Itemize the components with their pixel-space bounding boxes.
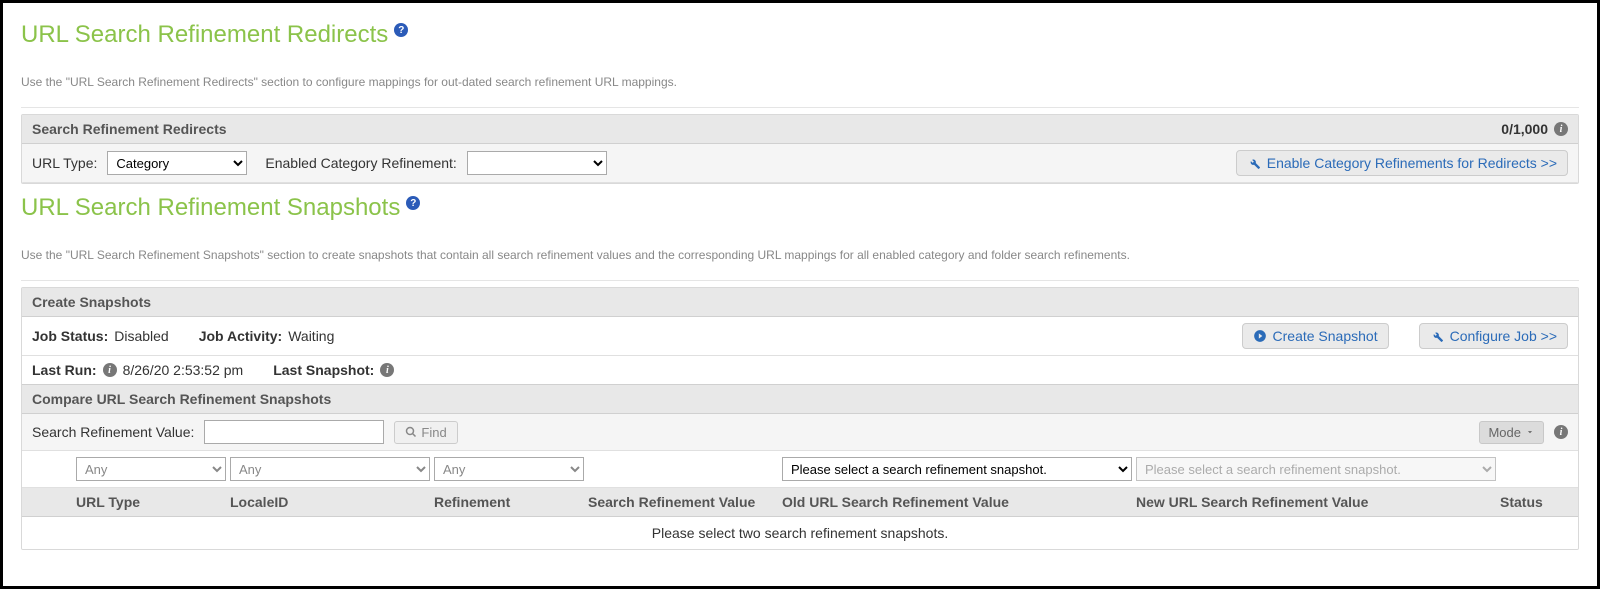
divider	[21, 280, 1579, 281]
divider	[21, 107, 1579, 108]
create-snapshot-button[interactable]: Create Snapshot	[1242, 323, 1389, 349]
redirects-description: Use the "URL Search Refinement Redirects…	[21, 75, 1579, 89]
redirects-title: URL Search Refinement Redirects ?	[21, 21, 1579, 49]
url-type-label: URL Type:	[32, 155, 97, 171]
info-icon[interactable]: i	[380, 363, 394, 377]
col-refinement: Refinement	[434, 494, 584, 510]
mode-button-label: Mode	[1488, 425, 1521, 440]
redirects-count: 0/1,000 i	[1501, 121, 1568, 137]
find-button[interactable]: Find	[394, 421, 457, 444]
search-value-row: Search Refinement Value: Find Mode i	[22, 414, 1578, 451]
help-icon[interactable]: ?	[394, 23, 408, 37]
create-snapshot-label: Create Snapshot	[1273, 328, 1378, 344]
col-status: Status	[1500, 494, 1579, 510]
filter-locale-id[interactable]: Any	[230, 457, 430, 481]
snapshots-title: URL Search Refinement Snapshots ?	[21, 194, 1579, 222]
info-icon[interactable]: i	[1554, 122, 1568, 136]
search-value-label: Search Refinement Value:	[32, 424, 194, 440]
chevron-down-icon	[1525, 427, 1535, 437]
last-run-label: Last Run:	[32, 362, 97, 378]
col-old-value: Old URL Search Refinement Value	[782, 494, 1132, 510]
redirects-count-text: 0/1,000	[1501, 121, 1548, 137]
compare-snapshots-title: Compare URL Search Refinement Snapshots	[32, 391, 331, 407]
redirects-controls-row: URL Type: Category Enabled Category Refi…	[22, 144, 1578, 183]
snapshots-description: Use the "URL Search Refinement Snapshots…	[21, 248, 1579, 262]
info-icon[interactable]: i	[1554, 425, 1568, 439]
snapshots-panel: Create Snapshots Job Status: Disabled Jo…	[21, 287, 1579, 550]
redirects-panel: Search Refinement Redirects 0/1,000 i UR…	[21, 114, 1579, 184]
create-snapshots-title: Create Snapshots	[32, 294, 151, 310]
snapshots-title-text: URL Search Refinement Snapshots	[21, 194, 400, 222]
enabled-refinement-label: Enabled Category Refinement:	[265, 155, 456, 171]
job-status-value: Disabled	[114, 328, 168, 344]
configure-job-label: Configure Job >>	[1450, 328, 1557, 344]
find-button-label: Find	[421, 425, 446, 440]
enable-button-label: Enable Category Refinements for Redirect…	[1267, 155, 1557, 171]
wrench-icon	[1430, 329, 1444, 343]
last-run-row: Last Run: i 8/26/20 2:53:52 pm Last Snap…	[22, 356, 1578, 384]
table-header-row: URL Type LocaleID Refinement Search Refi…	[22, 488, 1578, 517]
compare-snapshots-header: Compare URL Search Refinement Snapshots	[22, 384, 1578, 414]
job-activity-label: Job Activity:	[199, 328, 283, 344]
col-new-value: New URL Search Refinement Value	[1136, 494, 1496, 510]
job-activity-value: Waiting	[288, 328, 334, 344]
redirects-panel-header: Search Refinement Redirects 0/1,000 i	[22, 115, 1578, 144]
info-icon[interactable]: i	[103, 363, 117, 377]
col-url-type: URL Type	[76, 494, 226, 510]
col-locale-id: LocaleID	[230, 494, 430, 510]
last-snapshot-label: Last Snapshot:	[273, 362, 374, 378]
play-circle-icon	[1253, 329, 1267, 343]
filter-url-type[interactable]: Any	[76, 457, 226, 481]
filter-row: Any Any Any Please select a search refin…	[22, 451, 1578, 488]
enabled-refinement-select[interactable]	[467, 151, 607, 175]
wrench-icon	[1247, 156, 1261, 170]
url-type-select[interactable]: Category	[107, 151, 247, 175]
enable-category-refinements-button[interactable]: Enable Category Refinements for Redirect…	[1236, 150, 1568, 176]
job-status-row: Job Status: Disabled Job Activity: Waiti…	[22, 317, 1578, 356]
search-value-input[interactable]	[204, 420, 384, 444]
filter-refinement[interactable]: Any	[434, 457, 584, 481]
search-icon	[405, 426, 417, 438]
job-status-label: Job Status:	[32, 328, 108, 344]
old-snapshot-select[interactable]: Please select a search refinement snapsh…	[782, 457, 1132, 481]
new-snapshot-select[interactable]: Please select a search refinement snapsh…	[1136, 457, 1496, 481]
last-run-value: 8/26/20 2:53:52 pm	[123, 362, 244, 378]
help-icon[interactable]: ?	[406, 196, 420, 210]
empty-message: Please select two search refinement snap…	[22, 517, 1578, 549]
redirects-panel-title: Search Refinement Redirects	[32, 121, 227, 137]
redirects-title-text: URL Search Refinement Redirects	[21, 21, 388, 49]
mode-button[interactable]: Mode	[1479, 421, 1544, 444]
configure-job-button[interactable]: Configure Job >>	[1419, 323, 1568, 349]
col-search-value: Search Refinement Value	[588, 494, 778, 510]
create-snapshots-header: Create Snapshots	[22, 288, 1578, 317]
